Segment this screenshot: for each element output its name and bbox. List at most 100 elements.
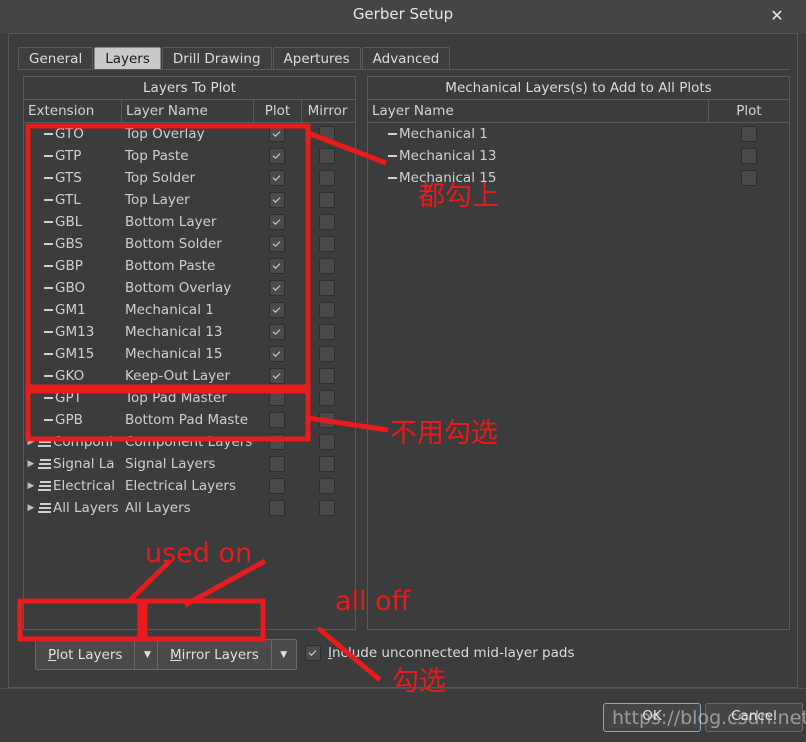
table-row[interactable]: Mechanical 13: [368, 145, 789, 167]
table-row[interactable]: GKO Keep-Out Layer: [24, 365, 355, 387]
plot-checkbox[interactable]: [269, 346, 285, 362]
plot-checkbox[interactable]: [269, 390, 285, 406]
mirror-checkbox[interactable]: [319, 324, 335, 340]
plot-checkbox-cell[interactable]: [253, 343, 301, 365]
plot-checkbox[interactable]: [740, 126, 757, 142]
tab-general[interactable]: General: [18, 47, 94, 70]
plot-checkbox[interactable]: [269, 280, 285, 296]
mirror-checkbox[interactable]: [319, 456, 335, 472]
layers-list[interactable]: GTO Top Overlay GTP Top Paste GTS Top Solder G…: [24, 123, 355, 519]
plot-checkbox-cell[interactable]: [253, 365, 301, 387]
mirror-checkbox-cell[interactable]: [301, 409, 353, 431]
plot-checkbox[interactable]: [269, 302, 285, 318]
include-unconnected-midlayer-pads-checkbox[interactable]: Include unconnected mid-layer pads: [305, 645, 574, 661]
plot-checkbox[interactable]: [269, 170, 285, 186]
plot-checkbox-cell[interactable]: [253, 123, 301, 145]
mirror-checkbox-cell[interactable]: [301, 255, 353, 277]
mirror-checkbox[interactable]: [319, 236, 335, 252]
mirror-checkbox[interactable]: [319, 214, 335, 230]
close-icon[interactable]: ✕: [766, 5, 788, 27]
plot-checkbox-cell[interactable]: [253, 497, 301, 519]
mirror-checkbox-cell[interactable]: [301, 343, 353, 365]
plot-checkbox-cell[interactable]: [253, 277, 301, 299]
mirror-checkbox-cell[interactable]: [301, 431, 353, 453]
table-row[interactable]: GBO Bottom Overlay: [24, 277, 355, 299]
tab-drill-drawing[interactable]: Drill Drawing: [161, 47, 272, 70]
table-row[interactable]: GTS Top Solder: [24, 167, 355, 189]
list-item[interactable]: ▶ Signal La Signal Layers: [24, 453, 355, 475]
table-row[interactable]: GM15 Mechanical 15: [24, 343, 355, 365]
mirror-checkbox-cell[interactable]: [301, 211, 353, 233]
list-item[interactable]: ▶ Electrical Electrical Layers: [24, 475, 355, 497]
plot-checkbox-cell[interactable]: [253, 387, 301, 409]
chevron-right-icon[interactable]: ▶: [24, 475, 38, 497]
mirror-checkbox[interactable]: [319, 170, 335, 186]
plot-checkbox[interactable]: [269, 478, 285, 494]
mirror-checkbox-cell[interactable]: [301, 189, 353, 211]
mirror-checkbox-cell[interactable]: [301, 299, 353, 321]
plot-checkbox-cell[interactable]: [253, 409, 301, 431]
plot-layers-button[interactable]: Plot Layers ▼: [35, 639, 161, 670]
table-row[interactable]: GTP Top Paste: [24, 145, 355, 167]
plot-checkbox[interactable]: [269, 412, 285, 428]
plot-checkbox-cell[interactable]: [253, 299, 301, 321]
mirror-checkbox-cell[interactable]: [301, 497, 353, 519]
chevron-down-icon[interactable]: ▼: [134, 640, 159, 669]
table-row[interactable]: GM13 Mechanical 13: [24, 321, 355, 343]
table-row[interactable]: GTO Top Overlay: [24, 123, 355, 145]
plot-checkbox-cell[interactable]: [253, 167, 301, 189]
tab-apertures[interactable]: Apertures: [272, 47, 361, 70]
list-item[interactable]: ▶ All Layers All Layers: [24, 497, 355, 519]
mechanical-layers-list[interactable]: Mechanical 1 Mechanical 13 Mechanical 15: [368, 123, 789, 189]
mirror-checkbox-cell[interactable]: [301, 387, 353, 409]
mirror-checkbox[interactable]: [319, 192, 335, 208]
table-row[interactable]: Mechanical 1: [368, 123, 789, 145]
mirror-checkbox-cell[interactable]: [301, 321, 353, 343]
list-item[interactable]: ▶ Componi Component Layers: [24, 431, 355, 453]
plot-checkbox[interactable]: [269, 368, 285, 384]
plot-checkbox-cell[interactable]: [708, 145, 789, 167]
mirror-checkbox-cell[interactable]: [301, 233, 353, 255]
table-row[interactable]: GPT Top Pad Master: [24, 387, 355, 409]
tab-advanced[interactable]: Advanced: [361, 47, 451, 70]
mirror-checkbox-cell[interactable]: [301, 167, 353, 189]
plot-checkbox[interactable]: [269, 126, 285, 142]
mirror-checkbox[interactable]: [319, 390, 335, 406]
plot-checkbox-cell[interactable]: [253, 453, 301, 475]
plot-checkbox-cell[interactable]: [253, 145, 301, 167]
mirror-checkbox-cell[interactable]: [301, 123, 353, 145]
mirror-checkbox[interactable]: [319, 412, 335, 428]
checkbox-box[interactable]: [305, 645, 321, 661]
table-row[interactable]: GPB Bottom Pad Maste: [24, 409, 355, 431]
plot-checkbox[interactable]: [740, 148, 757, 164]
chevron-down-icon[interactable]: ▼: [270, 640, 296, 669]
chevron-right-icon[interactable]: ▶: [24, 497, 38, 519]
table-row[interactable]: GBP Bottom Paste: [24, 255, 355, 277]
mirror-checkbox[interactable]: [319, 148, 335, 164]
plot-checkbox[interactable]: [269, 236, 285, 252]
chevron-right-icon[interactable]: ▶: [24, 453, 38, 475]
plot-checkbox-cell[interactable]: [253, 255, 301, 277]
tab-layers[interactable]: Layers: [94, 47, 161, 70]
mirror-checkbox[interactable]: [319, 280, 335, 296]
plot-checkbox-cell[interactable]: [253, 211, 301, 233]
plot-checkbox[interactable]: [269, 214, 285, 230]
mirror-checkbox[interactable]: [319, 126, 335, 142]
table-row[interactable]: GBS Bottom Solder: [24, 233, 355, 255]
mirror-checkbox[interactable]: [319, 478, 335, 494]
mirror-checkbox[interactable]: [319, 346, 335, 362]
table-row[interactable]: GTL Top Layer: [24, 189, 355, 211]
plot-checkbox-cell[interactable]: [253, 431, 301, 453]
mirror-checkbox-cell[interactable]: [301, 277, 353, 299]
mirror-checkbox-cell[interactable]: [301, 365, 353, 387]
table-row[interactable]: GBL Bottom Layer: [24, 211, 355, 233]
mirror-checkbox-cell[interactable]: [301, 453, 353, 475]
mirror-checkbox[interactable]: [319, 302, 335, 318]
mirror-checkbox[interactable]: [319, 434, 335, 450]
plot-checkbox[interactable]: [269, 500, 285, 516]
plot-checkbox-cell[interactable]: [253, 189, 301, 211]
plot-checkbox-cell[interactable]: [708, 123, 789, 145]
plot-checkbox[interactable]: [269, 148, 285, 164]
plot-checkbox-cell[interactable]: [253, 233, 301, 255]
plot-checkbox-cell[interactable]: [253, 475, 301, 497]
